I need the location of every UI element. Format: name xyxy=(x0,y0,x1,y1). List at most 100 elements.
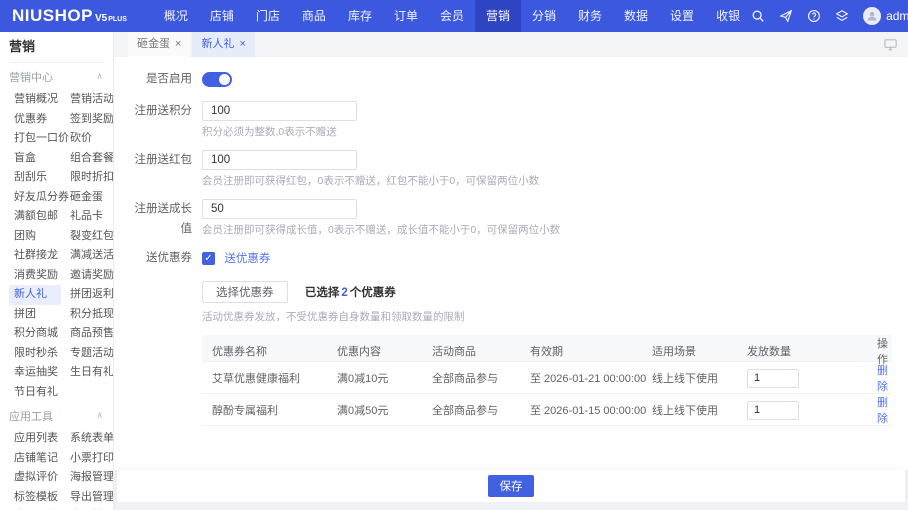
help-icon[interactable] xyxy=(807,9,821,23)
sidebar-item[interactable]: 节日有礼 xyxy=(9,383,61,403)
nav-item-settings[interactable]: 设置 xyxy=(659,0,705,32)
qty-input[interactable] xyxy=(747,401,799,420)
sidebar-item[interactable]: 商品预售 xyxy=(65,324,114,344)
tab-actions-icon[interactable] xyxy=(883,37,898,52)
sidebar-item[interactable]: 签到奖励 xyxy=(65,110,114,130)
nav-item-marketing[interactable]: 营销 xyxy=(475,0,521,32)
navbar-right: admin ∨ xyxy=(751,7,908,25)
growth-input[interactable] xyxy=(202,199,357,219)
col-scene: 适用场景 xyxy=(652,343,747,359)
sidebar-item[interactable]: 专题活动 xyxy=(65,344,114,364)
sidebar-item[interactable]: 礼品卡 xyxy=(65,207,114,227)
enable-row: 是否启用 xyxy=(130,69,892,89)
save-button[interactable]: 保存 xyxy=(488,475,534,497)
brand-name: NIUSHOP xyxy=(12,6,93,26)
nav-item-goods[interactable]: 商品 xyxy=(291,0,337,32)
sidebar-item[interactable]: 裂变红包 xyxy=(65,227,114,247)
sidebar-item[interactable]: 店铺笔记 xyxy=(9,449,61,469)
nav-item-distribution[interactable]: 分销 xyxy=(521,0,567,32)
sidebar-section-app-tools[interactable]: 应用工具 ∧ xyxy=(9,402,113,429)
sidebar-item[interactable]: 打包一口价 xyxy=(9,129,61,149)
sidebar-item[interactable]: 团购 xyxy=(9,227,61,247)
tab-golden-egg[interactable]: 砸金蛋 × xyxy=(128,32,190,57)
nav-item-shop[interactable]: 店铺 xyxy=(199,0,245,32)
nav-item-stock[interactable]: 库存 xyxy=(337,0,383,32)
user-name: admin xyxy=(886,9,908,23)
sidebar-item[interactable]: 砸金蛋 xyxy=(65,188,114,208)
sidebar-item[interactable]: 系统表单 xyxy=(65,429,114,449)
sidebar-item[interactable]: 拼团 xyxy=(9,305,61,325)
qty-input[interactable] xyxy=(747,369,799,388)
sidebar-item[interactable]: 限时折扣 xyxy=(65,168,114,188)
sidebar-item[interactable]: 小票打印 xyxy=(65,449,114,469)
redpacket-label: 注册送红包 xyxy=(130,150,192,199)
main-menu: 概况 店铺 门店 商品 库存 订单 会员 营销 分销 财务 数据 设置 收银 xyxy=(153,0,751,32)
coupon-validity: 至 2026-01-21 00:00:00 xyxy=(530,370,652,386)
coupon-checkbox-label[interactable]: 送优惠券 xyxy=(224,253,270,265)
user-menu[interactable]: admin ∨ xyxy=(863,7,908,25)
select-coupon-button[interactable]: 选择优惠券 xyxy=(202,281,288,303)
sidebar-item[interactable]: 优惠券 xyxy=(9,110,61,130)
user-avatar-icon xyxy=(863,7,881,25)
coupon-name: 艾草优惠健康福利 xyxy=(212,370,337,386)
sidebar-items-tools: 应用列表 系统表单 店铺笔记 小票打印 虚拟评价 海报管理 标签模板 导出管理 … xyxy=(9,429,113,510)
nav-item-data[interactable]: 数据 xyxy=(613,0,659,32)
sidebar-item[interactable]: 应用列表 xyxy=(9,429,61,449)
redpacket-hint: 会员注册即可获得红包，0表示不赠送，红包不能小于0，可保留两位小数 xyxy=(202,175,892,188)
nav-item-cashier[interactable]: 收银 xyxy=(705,0,751,32)
nav-item-overview[interactable]: 概况 xyxy=(153,0,199,32)
close-icon[interactable]: × xyxy=(239,39,245,50)
coupon-content: 满0减50元 xyxy=(337,402,432,418)
coupon-checkbox[interactable]: ✓ xyxy=(202,252,215,265)
sidebar-item[interactable]: 积分商城 xyxy=(9,324,61,344)
sidebar-item[interactable]: 营销概况 xyxy=(9,90,61,110)
sidebar-item[interactable]: 砍价 xyxy=(65,129,114,149)
form-card: 是否启用 注册送积分 积分必须为整数,0表示不赠送 注册送红包 xyxy=(114,57,908,470)
sidebar-item[interactable]: 邀请奖励 xyxy=(65,266,114,286)
coupon-name: 醇酚专属福利 xyxy=(212,402,337,418)
layers-icon[interactable] xyxy=(835,9,849,23)
nav-item-members[interactable]: 会员 xyxy=(429,0,475,32)
nav-item-orders[interactable]: 订单 xyxy=(383,0,429,32)
sidebar-item-new-member-gift[interactable]: 新人礼 xyxy=(9,285,61,305)
chevron-up-icon: ∧ xyxy=(96,71,103,82)
tab-label: 新人礼 xyxy=(201,32,234,57)
coupon-validity: 至 2026-01-15 00:00:00 xyxy=(530,402,652,418)
paper-plane-icon[interactable] xyxy=(779,9,793,23)
sidebar-item[interactable]: 积分抵现 xyxy=(65,305,114,325)
selected-coupon-count: 2 xyxy=(341,287,347,299)
sidebar-item[interactable]: 满额包邮 xyxy=(9,207,61,227)
nav-item-finance[interactable]: 财务 xyxy=(567,0,613,32)
sidebar-item[interactable]: 拼团返利 xyxy=(65,285,114,305)
sidebar-item[interactable]: 营销活动 xyxy=(65,90,114,110)
redpacket-input[interactable] xyxy=(202,150,357,170)
sidebar-item[interactable]: 虚拟评价 xyxy=(9,468,61,488)
sidebar-item[interactable]: 刮刮乐 xyxy=(9,168,61,188)
close-icon[interactable]: × xyxy=(175,39,181,50)
sidebar-section-marketing-center[interactable]: 营销中心 ∧ xyxy=(9,63,113,90)
delete-link[interactable]: 删除 xyxy=(877,397,888,425)
sidebar-item[interactable]: 满减送活动 xyxy=(65,246,114,266)
sidebar-item[interactable]: 幸运抽奖 xyxy=(9,363,61,383)
sidebar-item[interactable]: 消费奖励 xyxy=(9,266,61,286)
sidebar-item[interactable]: 生日有礼 xyxy=(65,363,114,383)
chevron-up-icon: ∧ xyxy=(96,410,103,421)
enable-toggle[interactable] xyxy=(202,72,232,87)
nav-item-store[interactable]: 门店 xyxy=(245,0,291,32)
search-icon[interactable] xyxy=(751,9,765,23)
delete-link[interactable]: 删除 xyxy=(877,365,888,393)
sidebar-item[interactable]: 限时秒杀 xyxy=(9,344,61,364)
sidebar-item[interactable]: 海报管理 xyxy=(65,468,114,488)
sidebar-item[interactable]: 标签模板 xyxy=(9,488,61,508)
sidebar-item[interactable]: 好友瓜分券 xyxy=(9,188,61,208)
sidebar-item[interactable]: 组合套餐 xyxy=(65,149,114,169)
sidebar-item[interactable]: 社群接龙 xyxy=(9,246,61,266)
points-input[interactable] xyxy=(202,101,357,121)
tab-bar: 砸金蛋 × 新人礼 × xyxy=(114,32,908,57)
brand-logo[interactable]: NIUSHOP V5 PLUS xyxy=(12,6,127,26)
sidebar: 营销 营销中心 ∧ 营销概况 营销活动 优惠券 签到奖励 打包一口价 砍价 盲盒… xyxy=(0,32,114,510)
coupon-table-header: 优惠券名称 优惠内容 活动商品 有效期 适用场景 发放数量 操作 xyxy=(202,335,892,361)
tab-new-member-gift[interactable]: 新人礼 × xyxy=(192,32,254,57)
sidebar-item[interactable]: 盲盒 xyxy=(9,149,61,169)
sidebar-item[interactable]: 导出管理 xyxy=(65,488,114,508)
